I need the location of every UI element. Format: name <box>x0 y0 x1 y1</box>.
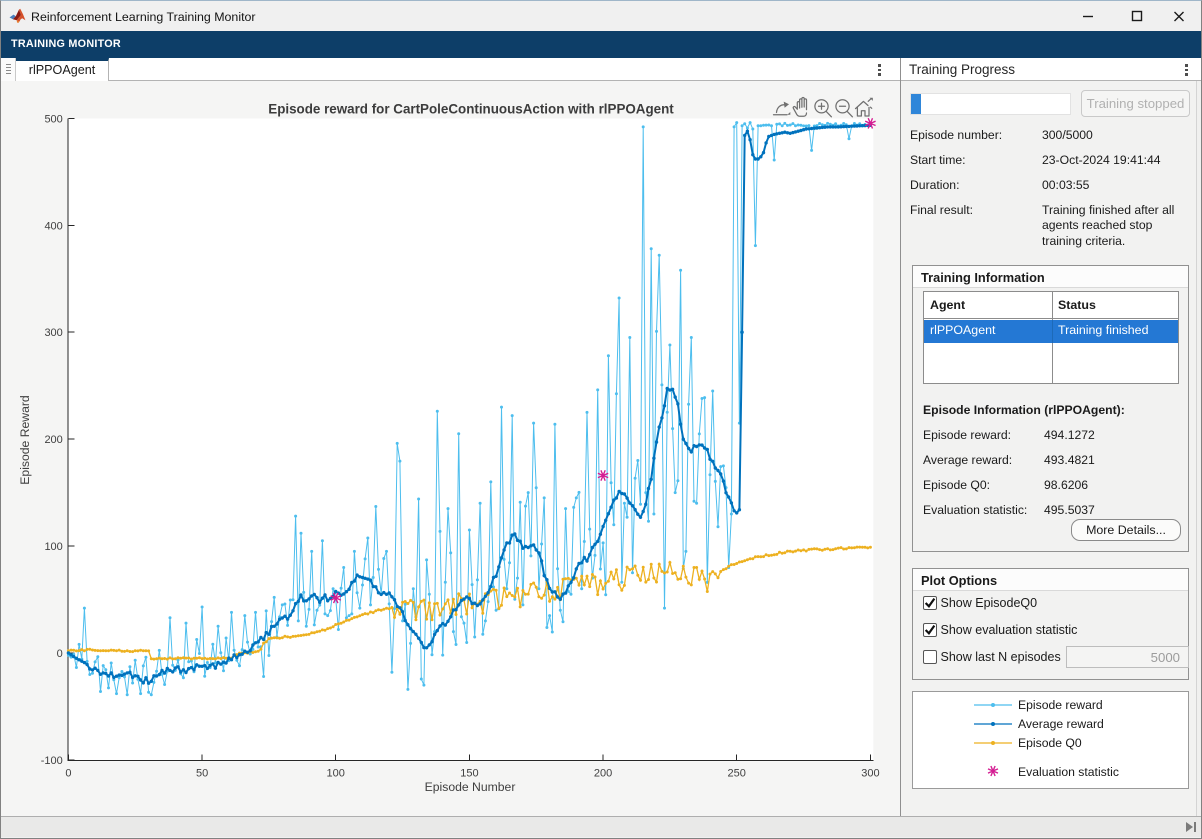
svg-text:250: 250 <box>728 768 746 780</box>
svg-text:200: 200 <box>594 768 612 780</box>
svg-text:300: 300 <box>861 768 879 780</box>
svg-text:200: 200 <box>44 434 62 446</box>
svg-text:500: 500 <box>44 113 62 125</box>
svg-text:0: 0 <box>57 648 63 660</box>
svg-text:50: 50 <box>196 768 208 780</box>
svg-text:-100: -100 <box>41 755 63 767</box>
svg-text:400: 400 <box>44 220 62 232</box>
svg-text:100: 100 <box>327 768 345 780</box>
svg-text:100: 100 <box>44 541 62 553</box>
svg-text:Episode Number: Episode Number <box>425 780 516 794</box>
svg-text:0: 0 <box>65 768 71 780</box>
svg-text:300: 300 <box>44 327 62 339</box>
svg-text:Episode reward for CartPoleCon: Episode reward for CartPoleContinuousAct… <box>268 102 674 117</box>
svg-text:150: 150 <box>460 768 478 780</box>
svg-text:Episode Reward: Episode Reward <box>18 395 32 484</box>
